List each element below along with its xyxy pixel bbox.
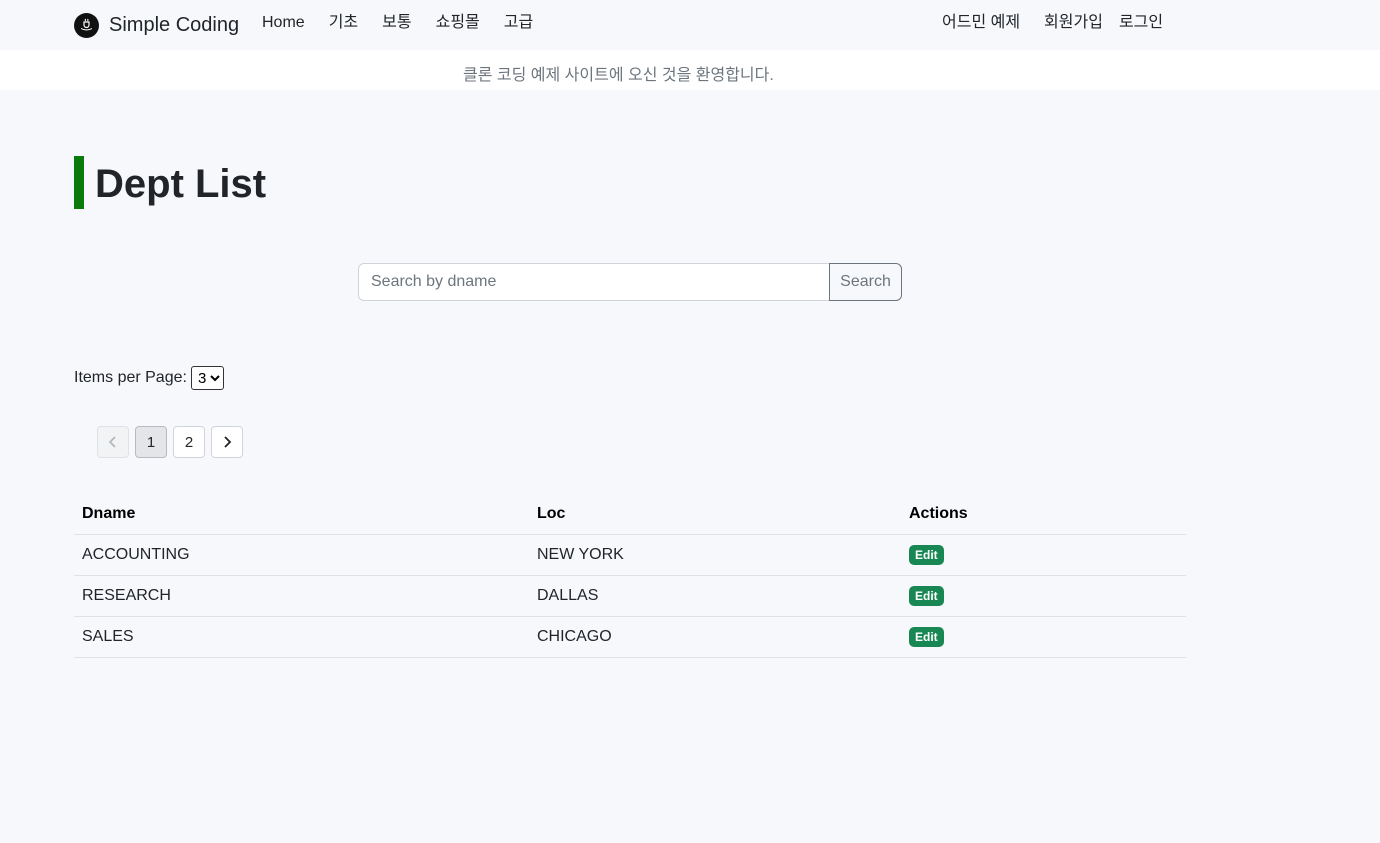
brand-link[interactable]: Simple Coding <box>74 12 239 38</box>
table-row: ACCOUNTING NEW YORK Edit <box>74 534 1186 576</box>
coffee-hand-icon <box>74 12 99 38</box>
cell-loc: DALLAS <box>529 575 901 617</box>
nav-home[interactable]: Home <box>262 12 305 34</box>
cell-loc: CHICAGO <box>529 616 901 658</box>
prev-page-button[interactable] <box>97 426 129 458</box>
nav-advanced[interactable]: 고급 <box>504 12 533 34</box>
nav-basic[interactable]: 기초 <box>329 12 358 34</box>
nav-normal[interactable]: 보통 <box>382 12 411 34</box>
cell-actions: Edit <box>901 534 1186 576</box>
header-dname: Dname <box>74 494 529 535</box>
search-button[interactable]: Search <box>829 263 902 301</box>
header-loc: Loc <box>529 494 901 535</box>
edit-button[interactable]: Edit <box>909 544 944 565</box>
items-per-page-label: Items per Page: <box>74 369 187 386</box>
edit-button[interactable]: Edit <box>909 585 944 606</box>
items-per-page: Items per Page: 3 <box>74 366 224 390</box>
next-page-button[interactable] <box>211 426 243 458</box>
top-navbar: Simple Coding Home 기초 보통 쇼핑몰 고급 어드민 예제 회… <box>0 0 1380 50</box>
search-input[interactable] <box>358 263 830 301</box>
brand-name: Simple Coding <box>109 13 240 36</box>
chevron-right-icon <box>224 436 232 448</box>
nav-admin-example[interactable]: 어드민 예제 <box>942 12 1020 34</box>
welcome-text: 클론 코딩 예제 사이트에 오신 것을 환영합니다. <box>463 67 774 84</box>
dept-table: Dname Loc Actions ACCOUNTING NEW YORK Ed… <box>74 494 1186 658</box>
cell-actions: Edit <box>901 616 1186 658</box>
cell-dname: ACCOUNTING <box>74 534 529 576</box>
edit-button[interactable]: Edit <box>909 626 944 647</box>
nav-login[interactable]: 로그인 <box>1119 12 1163 34</box>
pagination: 1 2 <box>97 426 243 458</box>
nav-shopping[interactable]: 쇼핑몰 <box>436 12 480 34</box>
main-nav: Home 기초 보통 쇼핑몰 고급 <box>262 12 533 34</box>
page-button-2[interactable]: 2 <box>173 426 205 458</box>
items-per-page-select[interactable]: 3 <box>190 366 224 390</box>
header-actions: Actions <box>901 494 1186 535</box>
table-row: RESEARCH DALLAS Edit <box>74 575 1186 617</box>
cell-dname: SALES <box>74 616 529 658</box>
nav-signup[interactable]: 회원가입 <box>1044 12 1103 34</box>
chevron-left-icon <box>108 436 116 448</box>
page-button-1[interactable]: 1 <box>135 426 167 458</box>
title-accent-bar <box>74 156 84 209</box>
user-nav: 어드민 예제 회원가입 로그인 <box>942 12 1163 34</box>
welcome-banner: 클론 코딩 예제 사이트에 오신 것을 환영합니다. <box>0 50 1380 90</box>
cell-loc: NEW YORK <box>529 534 901 576</box>
table-row: SALES CHICAGO Edit <box>74 616 1186 658</box>
table-header-row: Dname Loc Actions <box>74 494 1186 535</box>
page-title: Dept List <box>95 162 267 206</box>
cell-dname: RESEARCH <box>74 575 529 617</box>
cell-actions: Edit <box>901 575 1186 617</box>
